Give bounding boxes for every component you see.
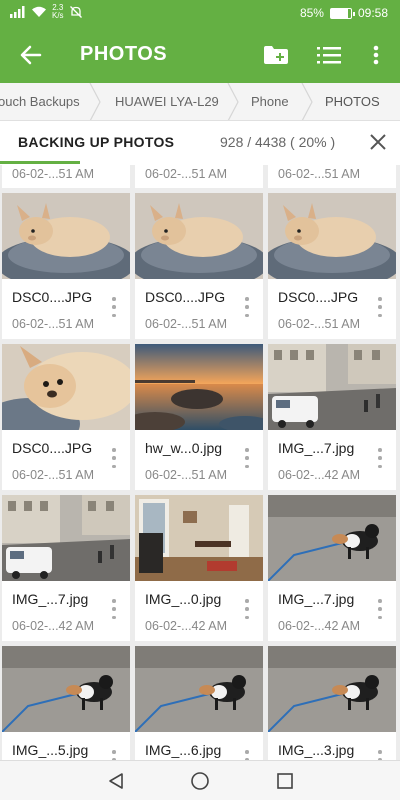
status-bar: 2.3 K/s 85% 09:58 <box>0 0 400 27</box>
photo-thumbnail[interactable] <box>268 646 396 732</box>
more-vert-icon[interactable] <box>362 41 390 69</box>
list-view-icon[interactable] <box>315 41 343 69</box>
photo-card[interactable]: IMG_...5.jpg <box>2 646 130 760</box>
photo-card[interactable]: DSC0....JPG 06-02-...51 AM <box>2 344 130 490</box>
back-triangle-icon[interactable] <box>104 769 128 793</box>
photo-thumbnail[interactable] <box>268 193 396 279</box>
more-vert-icon[interactable] <box>243 599 251 619</box>
photo-thumbnail[interactable] <box>2 646 130 732</box>
battery-percent: 85% <box>299 6 324 20</box>
file-name: IMG_...0.jpg <box>145 591 222 607</box>
backup-progress-header: BACKING UP PHOTOS 928 / 4438 ( 20% ) <box>0 121 400 165</box>
more-vert-icon[interactable] <box>110 750 118 760</box>
page-title: PHOTOS <box>80 43 168 65</box>
photo-card[interactable]: DSC0....JPG 06-02-...51 AM <box>135 193 263 339</box>
photo-card[interactable]: IMG_...0.jpg 06-02-...42 AM <box>135 495 263 641</box>
photo-thumbnail[interactable] <box>135 193 263 279</box>
more-vert-icon[interactable] <box>376 448 384 468</box>
photo-card[interactable]: 06-02-...51 AM <box>268 165 396 188</box>
backup-progress-fill <box>0 161 80 164</box>
file-date: 06-02-...51 AM <box>12 317 94 331</box>
file-date: 06-02-...51 AM <box>145 167 227 181</box>
file-name: IMG_...7.jpg <box>278 591 355 607</box>
file-date: 06-02-...51 AM <box>145 317 227 331</box>
app-bar: PHOTOS <box>0 27 400 83</box>
photo-thumbnail[interactable] <box>135 495 263 581</box>
file-date: 06-02-...51 AM <box>278 317 360 331</box>
file-name: DSC0....JPG <box>12 440 93 456</box>
photo-card[interactable]: IMG_...7.jpg 06-02-...42 AM <box>268 495 396 641</box>
photo-thumbnail[interactable] <box>268 495 396 581</box>
file-name: IMG_...3.jpg <box>278 742 355 758</box>
speed-unit: K/s <box>52 11 64 20</box>
recents-square-icon[interactable] <box>273 769 297 793</box>
more-vert-icon[interactable] <box>376 599 384 619</box>
notifications-off-icon <box>69 6 82 18</box>
file-name: IMG_...5.jpg <box>12 742 89 758</box>
more-vert-icon[interactable] <box>110 297 118 317</box>
file-name: hw_w...0.jpg <box>145 440 223 456</box>
file-name: IMG_...6.jpg <box>145 742 222 758</box>
network-speed: 2.3 K/s <box>52 4 64 20</box>
file-name: DSC0....JPG <box>278 289 359 305</box>
chevron-right-icon <box>89 83 101 120</box>
photo-card[interactable]: 06-02-...51 AM <box>2 165 130 188</box>
new-folder-icon[interactable] <box>262 41 290 69</box>
file-date: 06-02-...42 AM <box>145 619 227 633</box>
status-left: 2.3 K/s <box>10 4 83 20</box>
more-vert-icon[interactable] <box>376 750 384 760</box>
breadcrumb-item-device[interactable]: HUAWEI LYA-L29 <box>115 83 219 120</box>
photo-thumbnail[interactable] <box>135 646 263 732</box>
photo-thumbnail[interactable] <box>2 495 130 581</box>
photo-thumbnail[interactable] <box>135 344 263 430</box>
file-date: 06-02-...42 AM <box>278 619 360 633</box>
file-name: DSC0....JPG <box>145 289 226 305</box>
clock: 09:58 <box>357 6 388 20</box>
more-vert-icon[interactable] <box>110 448 118 468</box>
more-vert-icon[interactable] <box>243 448 251 468</box>
backup-progress-title: BACKING UP PHOTOS <box>18 134 175 150</box>
breadcrumb-item-phone[interactable]: Phone <box>251 83 289 120</box>
photo-card[interactable]: IMG_...6.jpg <box>135 646 263 760</box>
file-date: 06-02-...51 AM <box>12 468 94 482</box>
close-icon[interactable] <box>366 130 390 154</box>
status-right: 85% 09:58 <box>300 6 388 20</box>
photo-card[interactable]: DSC0....JPG 06-02-...51 AM <box>268 193 396 339</box>
breadcrumb-item-backups[interactable]: ouch Backups <box>0 83 80 120</box>
more-vert-icon[interactable] <box>243 750 251 760</box>
file-date: 06-02-...42 AM <box>278 468 360 482</box>
photo-grid: 06-02-...51 AM 06-02-...51 AM 06-02-...51 … <box>0 165 400 760</box>
breadcrumb: ouch Backups HUAWEI LYA-L29 Phone PHOTOS <box>0 83 400 121</box>
back-arrow-icon[interactable] <box>16 40 46 70</box>
photo-card[interactable]: 06-02-...51 AM <box>135 165 263 188</box>
photo-thumbnail[interactable] <box>268 344 396 430</box>
file-date: 06-02-...51 AM <box>12 167 94 181</box>
photo-card[interactable]: hw_w...0.jpg 06-02-...51 AM <box>135 344 263 490</box>
file-name: DSC0....JPG <box>12 289 93 305</box>
photo-card[interactable]: IMG_...7.jpg 06-02-...42 AM <box>268 344 396 490</box>
more-vert-icon[interactable] <box>243 297 251 317</box>
file-name: IMG_...7.jpg <box>278 440 355 456</box>
chevron-right-icon <box>227 83 239 120</box>
file-date: 06-02-...51 AM <box>278 167 360 181</box>
photo-thumbnail[interactable] <box>2 193 130 279</box>
more-vert-icon[interactable] <box>110 599 118 619</box>
file-date: 06-02-...51 AM <box>145 468 227 482</box>
home-circle-icon[interactable] <box>188 769 212 793</box>
battery-icon <box>329 7 355 19</box>
photo-thumbnail[interactable] <box>2 344 130 430</box>
more-vert-icon[interactable] <box>376 297 384 317</box>
breadcrumb-item-photos[interactable]: PHOTOS <box>325 83 380 120</box>
photo-card[interactable]: IMG_...3.jpg <box>268 646 396 760</box>
photo-card[interactable]: IMG_...7.jpg 06-02-...42 AM <box>2 495 130 641</box>
backup-progress-count: 928 / 4438 ( 20% ) <box>220 134 336 150</box>
file-name: IMG_...7.jpg <box>12 591 89 607</box>
navigation-bar <box>0 760 400 800</box>
file-date: 06-02-...42 AM <box>12 619 94 633</box>
wifi-icon <box>32 6 46 17</box>
photo-card[interactable]: DSC0....JPG 06-02-...51 AM <box>2 193 130 339</box>
chevron-right-icon <box>301 83 313 120</box>
signal-icon <box>10 6 25 18</box>
